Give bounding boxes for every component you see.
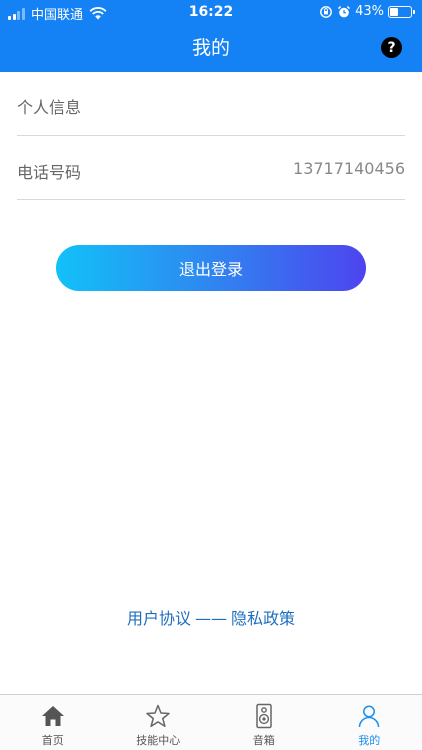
- status-bar: 中国联通 16:22 43%: [0, 0, 422, 24]
- personal-info-label: 个人信息: [17, 98, 82, 117]
- status-right: 43%: [319, 4, 415, 19]
- question-mark-icon: ?: [387, 39, 396, 56]
- phone-label: 电话号码: [17, 163, 82, 182]
- tab-home[interactable]: 首页: [0, 695, 106, 750]
- logout-button[interactable]: 退出登录: [56, 245, 366, 291]
- speaker-icon: [256, 703, 272, 729]
- tab-skills-label: 技能中心: [136, 734, 181, 747]
- header-bar: 中国联通 16:22 43% 我的 ?: [0, 0, 422, 72]
- person-icon: [359, 705, 380, 728]
- logout-button-label: 退出登录: [178, 260, 243, 279]
- tab-speaker-label: 音箱: [252, 734, 275, 747]
- phone-value: 13717140456: [293, 159, 405, 178]
- tab-mine-label: 我的: [358, 734, 381, 747]
- tab-skills[interactable]: 技能中心: [106, 695, 212, 750]
- home-icon: [41, 706, 64, 726]
- tab-bar: 首页 技能中心 音箱 我的: [0, 694, 422, 750]
- personal-info-row[interactable]: 个人信息: [17, 72, 405, 136]
- star-icon: [146, 704, 170, 728]
- privacy-policy-link[interactable]: 隐私政策: [231, 609, 295, 628]
- battery-percent: 43%: [355, 4, 384, 19]
- user-agreement-link[interactable]: 用户协议: [127, 609, 191, 628]
- link-separator: ——: [195, 609, 227, 628]
- help-button[interactable]: ?: [381, 37, 402, 58]
- tab-speaker[interactable]: 音箱: [211, 695, 317, 750]
- rotation-lock-icon: [320, 5, 332, 18]
- tab-mine[interactable]: 我的: [317, 695, 422, 750]
- tab-home-label: 首页: [41, 734, 64, 747]
- page-title: 我的: [191, 37, 230, 59]
- alarm-icon: [338, 5, 351, 17]
- battery-icon: [388, 5, 415, 18]
- agreement-links: 用户协议 —— 隐私政策: [0, 605, 422, 629]
- battery-fill: [390, 7, 398, 16]
- phone-row: 电话号码 13717140456: [17, 136, 405, 200]
